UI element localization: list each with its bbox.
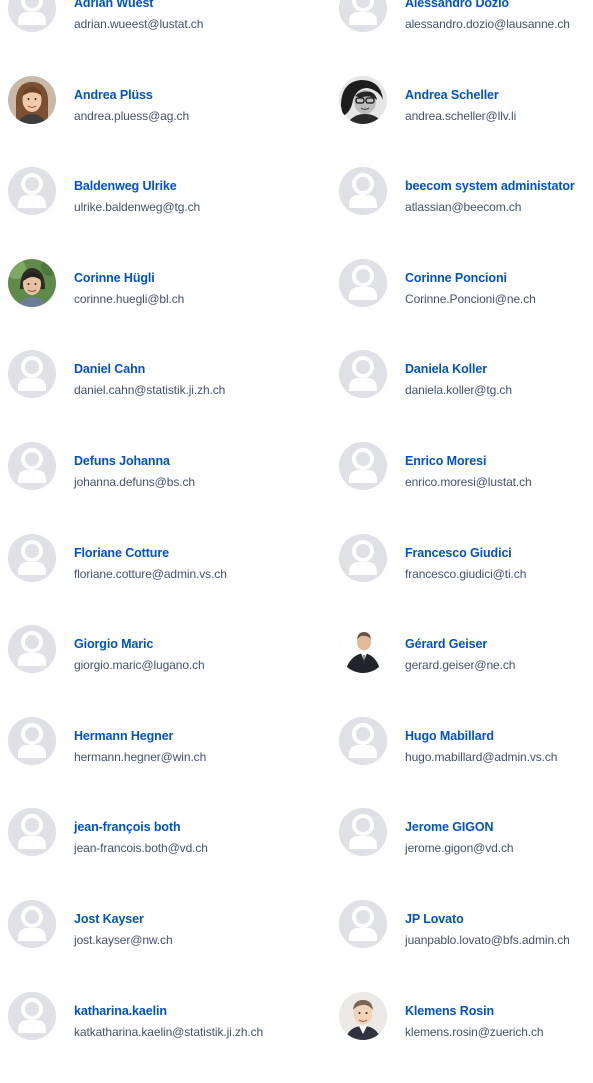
people-row: Floriane Cotture floriane.cotture@admin.v… bbox=[0, 533, 593, 626]
person-name-link[interactable]: Floriane Cotture bbox=[74, 546, 169, 560]
person-name-link[interactable]: Klemens Rosin bbox=[405, 1004, 494, 1018]
avatar-photo-icon[interactable] bbox=[339, 75, 387, 124]
default-avatar-icon[interactable] bbox=[8, 991, 56, 1040]
person-email: katkatharina.kaelin@statistik.ji.zh.ch bbox=[74, 1024, 264, 1039]
person-name-link[interactable]: katharina.kaelin bbox=[74, 1004, 167, 1018]
default-avatar-icon[interactable] bbox=[339, 0, 387, 32]
person-name-link[interactable]: Alessandro Dozio bbox=[405, 0, 509, 10]
person-name-link[interactable]: Gérard Geiser bbox=[405, 637, 487, 651]
default-avatar-icon[interactable] bbox=[339, 716, 387, 765]
person-email: jost.kayser@nw.ch bbox=[74, 932, 173, 947]
person-email: ulrike.baldenweg@tg.ch bbox=[74, 200, 201, 215]
default-avatar-icon[interactable] bbox=[339, 808, 387, 857]
people-row: Giorgio Maric giorgio.maric@lugano.ch Gér… bbox=[0, 625, 593, 717]
person-name-link[interactable]: JP Lovato bbox=[405, 912, 464, 926]
person-name-link[interactable]: Jerome GIGON bbox=[405, 820, 494, 834]
person-name-link[interactable]: Enrico Moresi bbox=[405, 454, 486, 468]
person-email: daniela.koller@tg.ch bbox=[405, 383, 512, 398]
people-row: Baldenweg Ulrike ulrike.baldenweg@tg.ch b… bbox=[0, 167, 593, 259]
person-email: Corinne.Poncioni@ne.ch bbox=[405, 291, 536, 306]
default-avatar-icon[interactable] bbox=[8, 808, 56, 857]
people-row: Corinne Hügli corinne.huegli@bl.ch Corinn… bbox=[0, 258, 593, 351]
people-row: Adrian Wüest adrian.wueest@lustat.ch Ales… bbox=[0, 0, 593, 76]
person-name-link[interactable]: Giorgio Maric bbox=[74, 637, 153, 651]
person-email: jerome.gigon@vd.ch bbox=[405, 841, 514, 856]
default-avatar-icon[interactable] bbox=[339, 533, 387, 582]
person-email: hugo.mabillard@admin.vs.ch bbox=[405, 749, 558, 764]
person-email: corinne.huegli@bl.ch bbox=[74, 291, 185, 306]
default-avatar-icon[interactable] bbox=[8, 167, 56, 216]
person-email: juanpablo.lovato@bfs.admin.ch bbox=[405, 932, 570, 947]
person-name-link[interactable]: Daniela Koller bbox=[405, 362, 487, 376]
person-name-link[interactable]: Corinne Poncioni bbox=[405, 271, 507, 285]
avatar-photo-icon[interactable] bbox=[339, 991, 387, 1040]
person-name-link[interactable]: Francesco Giudici bbox=[405, 546, 512, 560]
default-avatar-icon[interactable] bbox=[8, 899, 56, 948]
person-name-link[interactable]: Hermann Hegner bbox=[74, 729, 173, 743]
person-email: daniel.cahn@statistik.ji.zh.ch bbox=[74, 383, 226, 398]
person-email: floriane.cotture@admin.vs.ch bbox=[74, 566, 227, 581]
person-name-link[interactable]: Corinne Hügli bbox=[74, 271, 155, 285]
default-avatar-icon[interactable] bbox=[8, 0, 56, 32]
default-avatar-icon[interactable] bbox=[8, 350, 56, 399]
person-email: giorgio.maric@lugano.ch bbox=[74, 658, 205, 673]
default-avatar-icon[interactable] bbox=[8, 441, 56, 490]
default-avatar-icon[interactable] bbox=[339, 350, 387, 399]
person-name-link[interactable]: Hugo Mabillard bbox=[405, 729, 494, 743]
default-avatar-icon[interactable] bbox=[339, 899, 387, 948]
people-directory-grid: Adrian Wüest adrian.wueest@lustat.ch Ales… bbox=[0, 0, 593, 1083]
people-row: katharina.kaelin katkatharina.kaelin@stat… bbox=[0, 991, 593, 1083]
person-name-link[interactable]: Daniel Cahn bbox=[74, 362, 145, 376]
default-avatar-icon[interactable] bbox=[339, 441, 387, 490]
people-row: Daniel Cahn daniel.cahn@statistik.ji.zh.c… bbox=[0, 350, 593, 442]
default-avatar-icon[interactable] bbox=[339, 167, 387, 216]
person-email: alessandro.dozio@lausanne.ch bbox=[405, 17, 570, 31]
person-email: andrea.scheller@llv.li bbox=[405, 108, 517, 123]
person-name-link[interactable]: jean-françois both bbox=[74, 820, 181, 834]
person-name-link[interactable]: Andrea Scheller bbox=[405, 88, 499, 102]
person-email: enrico.moresi@lustat.ch bbox=[405, 474, 532, 489]
people-row: Jost Kayser jost.kayser@nw.ch JP Lovato ju… bbox=[0, 899, 593, 992]
person-email: andrea.pluess@ag.ch bbox=[74, 108, 190, 123]
default-avatar-icon[interactable] bbox=[8, 625, 56, 674]
person-email: gerard.geiser@ne.ch bbox=[405, 658, 516, 673]
default-avatar-icon[interactable] bbox=[8, 716, 56, 765]
people-row: Andrea Plüss andrea.pluess@ag.ch Andrea S… bbox=[0, 75, 593, 168]
person-email: jean-francois.both@vd.ch bbox=[74, 841, 208, 856]
avatar-photo-icon[interactable] bbox=[8, 258, 56, 307]
person-email: adrian.wueest@lustat.ch bbox=[74, 17, 204, 31]
person-email: francesco.giudici@ti.ch bbox=[405, 566, 527, 581]
person-name-link[interactable]: Adrian Wüest bbox=[74, 0, 153, 10]
people-row: Defuns Johanna johanna.defuns@bs.ch Enric… bbox=[0, 441, 593, 534]
person-name-link[interactable]: Baldenweg Ulrike bbox=[74, 179, 177, 193]
default-avatar-icon[interactable] bbox=[8, 533, 56, 582]
person-name-link[interactable]: beecom system administator bbox=[405, 179, 575, 193]
person-email: klemens.rosin@zuerich.ch bbox=[405, 1024, 544, 1039]
person-name-link[interactable]: Defuns Johanna bbox=[74, 454, 170, 468]
default-avatar-icon[interactable] bbox=[339, 258, 387, 307]
avatar-photo-icon[interactable] bbox=[8, 75, 56, 124]
avatar-photo-icon[interactable] bbox=[339, 625, 387, 674]
person-email: atlassian@beecom.ch bbox=[405, 200, 522, 215]
person-email: hermann.hegner@win.ch bbox=[74, 749, 207, 764]
people-row: Hermann Hegner hermann.hegner@win.ch Hugo… bbox=[0, 716, 593, 809]
person-name-link[interactable]: Jost Kayser bbox=[74, 912, 144, 926]
person-name-link[interactable]: Andrea Plüss bbox=[74, 88, 153, 102]
person-email: johanna.defuns@bs.ch bbox=[74, 474, 195, 489]
people-row: jean-françois both jean-francois.both@vd.… bbox=[0, 808, 593, 900]
